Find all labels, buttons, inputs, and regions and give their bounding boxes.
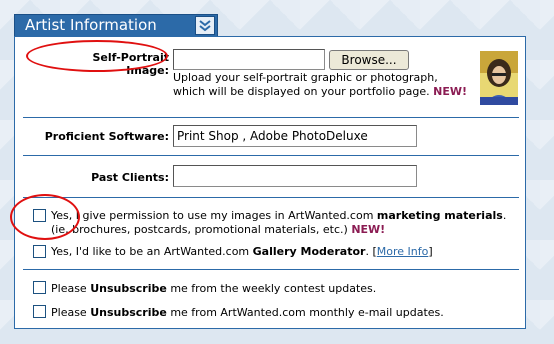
marketing-text-line2: (ie, brochures, postcards, promotional m… — [51, 223, 348, 236]
moderator-checkbox[interactable] — [33, 245, 46, 258]
moderator-text-prefix: Yes, I'd like to be an ArtWanted.com — [51, 245, 250, 258]
marketing-text-bold: marketing materials — [376, 209, 503, 222]
annotation-oval-marketing — [10, 194, 80, 240]
self-portrait-help-line2: which will be displayed on your portfoli… — [173, 85, 430, 98]
moderator-text: Yes, I'd like to be an ArtWanted.com Gal… — [51, 245, 433, 259]
marketing-text-suffix: . — [502, 209, 507, 222]
new-badge: NEW! — [351, 223, 386, 236]
self-portrait-file-input[interactable] — [173, 49, 325, 70]
past-clients-label: Past Clients: — [91, 171, 169, 184]
browse-button[interactable]: Browse... — [329, 50, 409, 70]
section-header: Artist Information — [14, 14, 218, 36]
software-input[interactable]: Print Shop , Adobe PhotoDeluxe — [173, 125, 417, 147]
self-portrait-thumbnail — [480, 51, 518, 105]
annotation-oval-portrait — [26, 40, 168, 72]
collapse-toggle[interactable] — [195, 16, 215, 35]
unsub-contest-suffix: me from the weekly contest updates. — [170, 282, 377, 295]
self-portrait-help: Upload your self-portrait graphic or pho… — [173, 71, 473, 99]
unsubscribe-contest-text: Please Unsubscribe me from the weekly co… — [51, 282, 376, 296]
section-title: Artist Information — [25, 16, 157, 34]
unsub-monthly-prefix: Please — [51, 306, 87, 319]
self-portrait-help-line1: Upload your self-portrait graphic or pho… — [173, 71, 438, 84]
moderator-text-bold: Gallery Moderator — [252, 245, 366, 258]
unsubscribe-contest-checkbox[interactable] — [33, 281, 46, 294]
marketing-permission-text: Yes, I give permission to use my images … — [51, 209, 506, 237]
divider — [23, 269, 519, 270]
marketing-text-prefix: Yes, I give permission to use my images … — [51, 209, 374, 222]
unsub-monthly-suffix: me from ArtWanted.com monthly e-mail upd… — [170, 306, 444, 319]
unsubscribe-monthly-text: Please Unsubscribe me from ArtWanted.com… — [51, 306, 444, 320]
divider — [23, 155, 519, 156]
moderator-text-suffix: ] — [428, 245, 433, 258]
unsub-monthly-bold: Unsubscribe — [90, 306, 167, 319]
unsubscribe-monthly-checkbox[interactable] — [33, 305, 46, 318]
moderator-text-mid: . [ — [365, 245, 377, 258]
unsub-contest-prefix: Please — [51, 282, 87, 295]
artist-info-panel: Self-Portrait Image: Browse... Upload yo… — [14, 36, 526, 329]
unsub-contest-bold: Unsubscribe — [90, 282, 167, 295]
more-info-link[interactable]: More Info — [377, 245, 429, 258]
new-badge: NEW! — [433, 85, 468, 98]
divider — [23, 117, 519, 118]
double-chevron-down-icon — [199, 19, 211, 31]
software-label: Proficient Software: — [44, 130, 169, 143]
past-clients-input[interactable] — [173, 165, 417, 187]
divider — [23, 197, 519, 198]
